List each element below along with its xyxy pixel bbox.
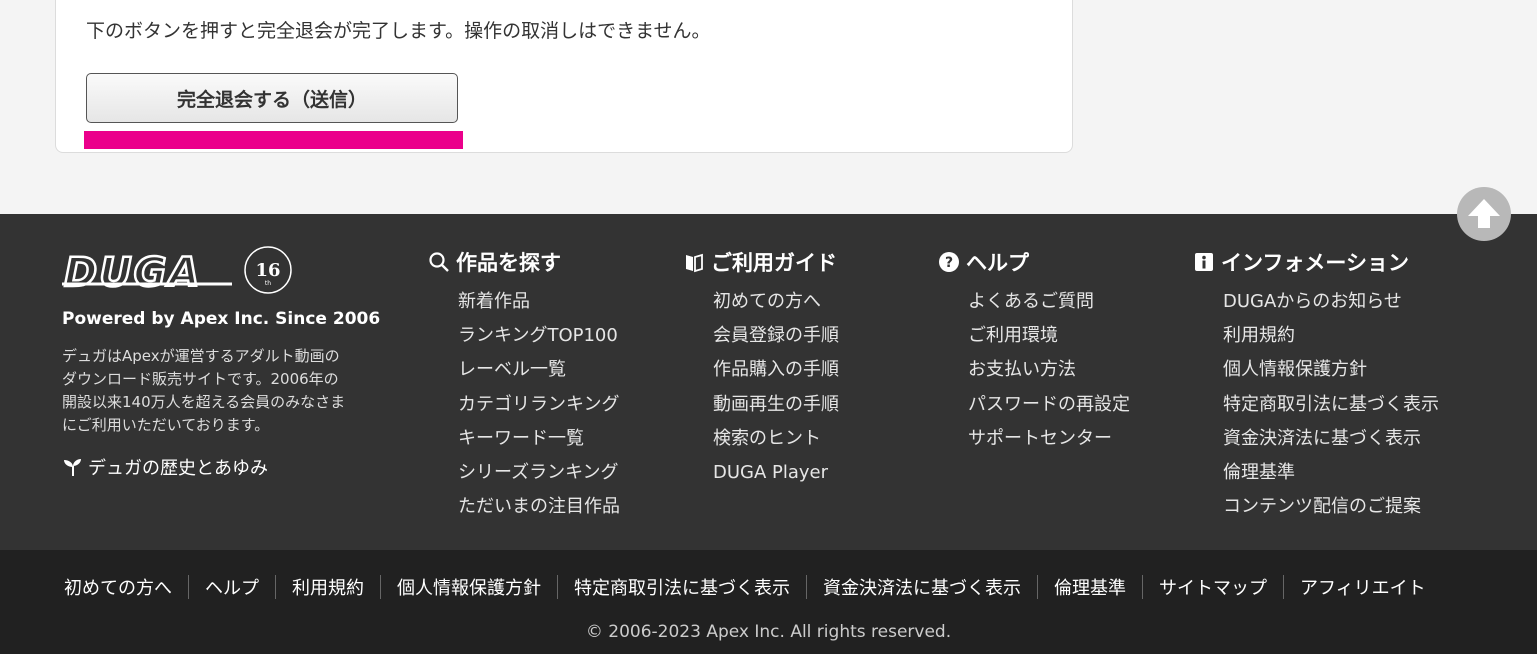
history-link-label: デュガの歴史とあゆみ xyxy=(88,458,268,479)
bottom-nav-link[interactable]: ヘルプ xyxy=(189,574,275,600)
bottom-nav-link[interactable]: 利用規約 xyxy=(276,574,380,600)
footer-link[interactable]: カテゴリランキング xyxy=(458,388,620,422)
footer-link[interactable]: コンテンツ配信のご提案 xyxy=(1223,490,1439,524)
footer-link[interactable]: 利用規約 xyxy=(1223,319,1439,353)
footer-link[interactable]: DUGAからのお知らせ xyxy=(1223,285,1439,319)
history-link[interactable]: デュガの歴史とあゆみ xyxy=(62,454,268,480)
column-heading: ご利用ガイド xyxy=(711,251,837,275)
bottom-nav: 初めての方へ ヘルプ 利用規約 個人情報保護方針 特定商取引法に基づく表示 資金… xyxy=(48,574,1442,600)
footer-link[interactable]: 会員登録の手順 xyxy=(713,319,839,353)
withdraw-submit-button[interactable]: 完全退会する（送信） xyxy=(86,73,458,123)
footer-link[interactable]: お支払い方法 xyxy=(968,353,1130,387)
footer-link[interactable]: 検索のヒント xyxy=(713,422,839,456)
sprout-icon xyxy=(64,459,81,476)
arrow-up-icon xyxy=(1468,199,1500,228)
footer-column-info: インフォメーション DUGAからのお知らせ 利用規約 個人情報保護方針 特定商取… xyxy=(1193,248,1439,524)
bottom-nav-link[interactable]: 特定商取引法に基づく表示 xyxy=(558,574,806,600)
powered-by: Powered by Apex Inc. Since 2006 xyxy=(62,309,381,329)
info-icon xyxy=(1195,253,1213,271)
svg-text:?: ? xyxy=(945,255,953,271)
bottom-nav-link[interactable]: アフィリエイト xyxy=(1284,574,1442,600)
column-heading: インフォメーション xyxy=(1221,251,1409,275)
scroll-to-top-button[interactable] xyxy=(1457,187,1511,241)
footer-link[interactable]: 個人情報保護方針 xyxy=(1223,353,1439,387)
bottom-nav-link[interactable]: 倫理基準 xyxy=(1038,574,1142,600)
help-question-icon: ? xyxy=(939,252,959,272)
column-heading: 作品を探す xyxy=(456,251,561,275)
footer-link[interactable]: DUGA Player xyxy=(713,456,839,490)
footer-link[interactable]: ただいまの注目作品 xyxy=(458,490,620,524)
footer-link[interactable]: キーワード一覧 xyxy=(458,422,620,456)
footer-link[interactable]: 初めての方へ xyxy=(713,285,839,319)
highlight-bar xyxy=(84,131,463,149)
bottom-nav-link[interactable]: 資金決済法に基づく表示 xyxy=(807,574,1037,600)
footer-link[interactable]: 動画再生の手順 xyxy=(713,388,839,422)
duga-logo[interactable]: DUGA 16 th xyxy=(62,246,294,296)
footer-link[interactable]: レーベル一覧 xyxy=(458,353,620,387)
footer-link[interactable]: パスワードの再設定 xyxy=(968,388,1130,422)
svg-text:16: 16 xyxy=(255,260,280,281)
footer-column-guide: ご利用ガイド 初めての方へ 会員登録の手順 作品購入の手順 動画再生の手順 検索… xyxy=(683,248,839,490)
withdraw-notice: 下のボタンを押すと完全退会が完了します。操作の取消しはできません。 xyxy=(86,20,711,42)
footer-link[interactable]: 特定商取引法に基づく表示 xyxy=(1223,388,1439,422)
content-area: 下のボタンを押すと完全退会が完了します。操作の取消しはできません。 完全退会する… xyxy=(0,0,1537,214)
footer-link[interactable]: 新着作品 xyxy=(458,285,620,319)
footer-link[interactable]: 資金決済法に基づく表示 xyxy=(1223,422,1439,456)
bottom-nav-link[interactable]: 初めての方へ xyxy=(48,574,188,600)
footer-link[interactable]: シリーズランキング xyxy=(458,456,620,490)
footer-column-help: ? ヘルプ よくあるご質問 ご利用環境 お支払い方法 パスワードの再設定 サポー… xyxy=(938,248,1130,456)
bottom-nav-link[interactable]: サイトマップ xyxy=(1143,574,1283,600)
svg-text:DUGA: DUGA xyxy=(64,250,201,296)
site-description: デュガはApexが運営するアダルト動画のダウンロード販売サイトです。2006年の… xyxy=(62,347,346,434)
footer-link[interactable]: よくあるご質問 xyxy=(968,285,1130,319)
svg-text:th: th xyxy=(265,280,271,287)
footer-bottom-bar: 初めての方へ ヘルプ 利用規約 個人情報保護方針 特定商取引法に基づく表示 資金… xyxy=(0,550,1537,654)
footer-column-search: 作品を探す 新着作品 ランキングTOP100 レーベル一覧 カテゴリランキング … xyxy=(428,248,620,524)
footer-link[interactable]: 倫理基準 xyxy=(1223,456,1439,490)
footer-link[interactable]: 作品購入の手順 xyxy=(713,353,839,387)
footer-link[interactable]: ランキングTOP100 xyxy=(458,319,620,353)
search-icon xyxy=(429,252,449,272)
guide-book-icon xyxy=(686,253,703,273)
copyright: © 2006-2023 Apex Inc. All rights reserve… xyxy=(585,622,952,642)
footer-link[interactable]: ご利用環境 xyxy=(968,319,1130,353)
site-footer: DUGA 16 th Powered by Apex Inc. Since 20… xyxy=(0,214,1537,550)
bottom-nav-link[interactable]: 個人情報保護方針 xyxy=(381,574,557,600)
column-heading: ヘルプ xyxy=(966,251,1029,275)
footer-link[interactable]: サポートセンター xyxy=(968,422,1130,456)
